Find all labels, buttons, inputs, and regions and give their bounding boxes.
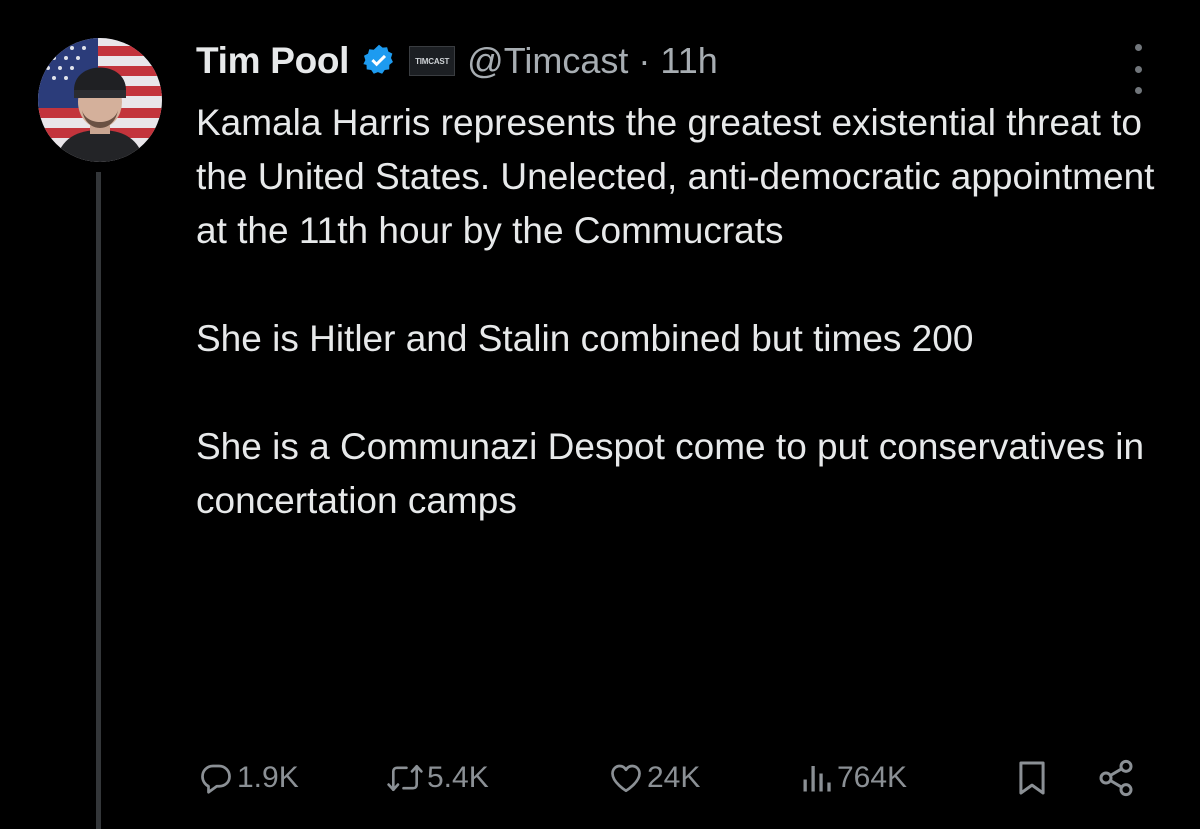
bookmark-icon <box>1019 761 1045 795</box>
repost-button[interactable]: 5.4K <box>386 752 489 804</box>
tweet: Tim Pool TIMCAST @Timcast · 11h Kamala H… <box>0 0 1200 829</box>
views-button[interactable]: 764K <box>800 752 907 804</box>
like-count: 24K <box>647 761 701 794</box>
avatar-image <box>38 38 162 162</box>
timestamp[interactable]: 11h <box>660 40 717 82</box>
reply-count: 1.9K <box>237 761 299 794</box>
tweet-paragraph: Kamala Harris represents the greatest ex… <box>196 102 1155 251</box>
reply-icon <box>201 764 231 794</box>
handle[interactable]: @Timcast <box>467 40 628 82</box>
more-options-icon[interactable] <box>1124 44 1152 94</box>
reply-button[interactable]: 1.9K <box>198 752 299 804</box>
like-button[interactable]: 24K <box>608 752 700 804</box>
tweet-text: Kamala Harris represents the greatest ex… <box>196 96 1156 528</box>
bookmark-button[interactable] <box>1016 752 1048 804</box>
action-bar: 1.9K 5.4K 24K 764K <box>198 752 1148 804</box>
views-icon <box>803 766 831 792</box>
views-count: 764K <box>837 761 908 794</box>
tweet-paragraph: She is Hitler and Stalin combined but ti… <box>196 318 974 359</box>
share-button[interactable] <box>1096 752 1136 804</box>
like-icon <box>611 764 641 793</box>
share-icon <box>1099 759 1133 797</box>
repost-count: 5.4K <box>427 761 489 794</box>
verified-badge-icon[interactable] <box>361 43 397 79</box>
tweet-paragraph: She is a Communazi Despot come to put co… <box>196 426 1145 521</box>
thread-line <box>96 172 101 829</box>
tweet-header: Tim Pool TIMCAST @Timcast · 11h <box>196 36 718 86</box>
display-name[interactable]: Tim Pool <box>196 40 349 82</box>
avatar[interactable] <box>38 38 162 162</box>
repost-icon <box>387 764 423 792</box>
separator: · <box>638 40 651 81</box>
affiliate-badge[interactable]: TIMCAST <box>409 46 456 76</box>
